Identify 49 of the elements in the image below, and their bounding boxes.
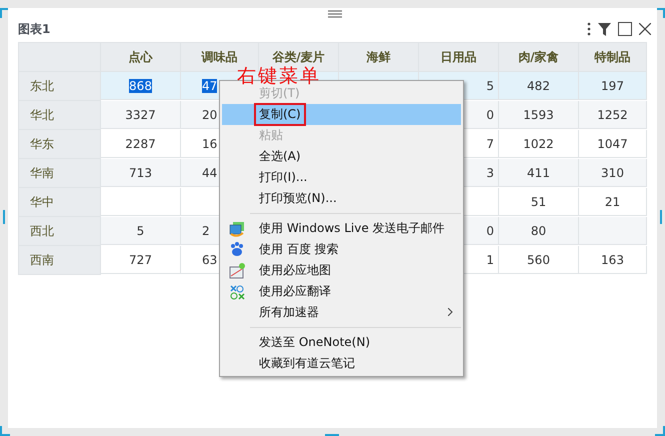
menu-item[interactable]: 所有加速器 [222, 302, 461, 323]
map-icon [229, 262, 245, 278]
table-cell: 1252 [579, 101, 647, 129]
table-cell: 21 [579, 188, 647, 216]
table-cell: 727 [101, 246, 181, 274]
drag-handle-icon[interactable] [328, 10, 342, 18]
row-header: 西北 [19, 217, 101, 246]
row-header: 华南 [19, 159, 101, 188]
table-cell: 713 [101, 159, 181, 187]
row-header: 华中 [19, 188, 101, 217]
column-header[interactable]: 海鲜 [339, 43, 419, 72]
table-cell: 5 [101, 217, 181, 245]
chevron-right-icon [448, 308, 453, 316]
close-icon[interactable] [639, 23, 651, 35]
table-cell: 310 [579, 159, 647, 187]
column-header[interactable]: 日用品 [419, 43, 499, 72]
chart-title: 图表1 [18, 20, 52, 38]
table-cell: 482 [499, 72, 579, 100]
column-header[interactable]: 特制品 [579, 43, 647, 72]
table-cell: 560 [499, 246, 579, 274]
table-cell [579, 217, 647, 245]
column-header[interactable]: 点心 [101, 43, 181, 72]
maximize-icon[interactable] [618, 22, 632, 36]
menu-item[interactable]: 收藏到有道云笔记 [222, 353, 461, 374]
table-cell: 1047 [579, 130, 647, 158]
column-header[interactable]: 肉/家禽 [499, 43, 579, 72]
table-cell: 197 [579, 72, 647, 100]
row-header: 东北 [19, 72, 101, 101]
paw-icon [230, 242, 244, 257]
filter-icon[interactable] [598, 22, 611, 36]
table-cell: 3327 [101, 101, 181, 129]
table-cell: 411 [499, 159, 579, 187]
table-cell: 1022 [499, 130, 579, 158]
menu-item[interactable]: 打印预览(N)... [222, 188, 461, 209]
menu-item[interactable]: 发送至 OneNote(N) [222, 332, 461, 353]
row-header: 华北 [19, 101, 101, 130]
table-cell: 80 [499, 217, 579, 245]
table-cell: 163 [579, 246, 647, 274]
table-cell: 868 [101, 72, 181, 100]
table-cell: 1593 [499, 101, 579, 129]
more-icon[interactable] [587, 22, 591, 36]
mail-icon [229, 220, 245, 236]
row-header: 西南 [19, 246, 101, 275]
row-header: 华东 [19, 130, 101, 159]
table-cell: 2287 [101, 130, 181, 158]
table-cell: 51 [499, 188, 579, 216]
menu-item[interactable]: 使用必应翻译 [222, 281, 461, 302]
menu-item[interactable]: 复制(C) [222, 104, 461, 125]
translate-icon [230, 284, 244, 300]
